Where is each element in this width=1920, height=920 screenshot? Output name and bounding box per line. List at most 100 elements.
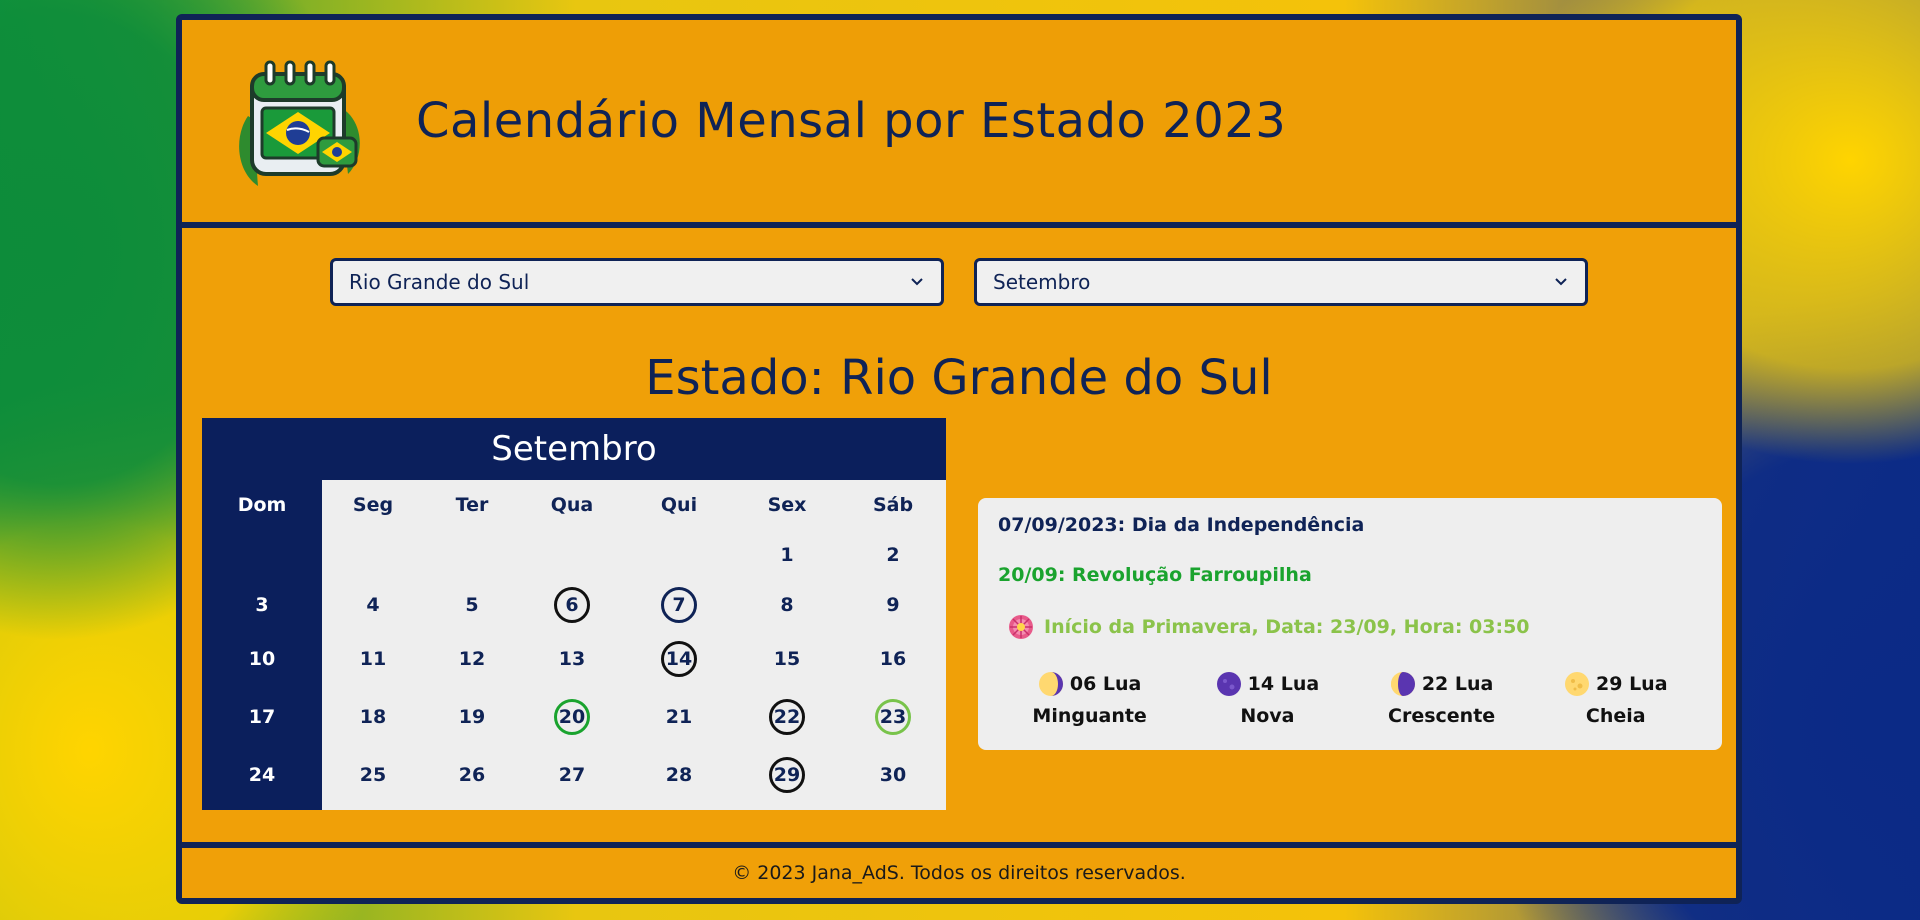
- weekday-header: Qua: [550, 494, 594, 516]
- season-event: Início da Primavera, Data: 23/09, Hora: …: [1008, 614, 1702, 640]
- calendar-day[interactable]: 2: [875, 537, 911, 573]
- calendar-day-cell: 4: [322, 580, 424, 630]
- calendar-day[interactable]: 13: [554, 641, 590, 677]
- calendar-day[interactable]: 16: [875, 641, 911, 677]
- copyright-text: © 2023 Jana_AdS. Todos os direitos reser…: [732, 862, 1186, 884]
- weekday-header: Dom: [237, 494, 287, 516]
- calendar-day-cell: 15: [734, 630, 840, 688]
- calendar-day-cell: 10: [202, 630, 322, 688]
- month-select[interactable]: Setembro: [974, 258, 1588, 306]
- calendar-day[interactable]: 17: [244, 699, 280, 735]
- moon-day-label: 14 Lua: [1247, 673, 1320, 695]
- calendar-day-season[interactable]: 23: [875, 699, 911, 735]
- calendar-day[interactable]: 8: [769, 587, 805, 623]
- calendar-day-cell: 12: [424, 630, 520, 688]
- moon-day-label: 06 Lua: [1069, 673, 1142, 695]
- calendar-day-cell: 17: [202, 688, 322, 746]
- calendar-day-empty: [202, 530, 322, 580]
- calendar-day[interactable]: 19: [454, 699, 490, 735]
- weekday-header: Sex: [767, 494, 807, 516]
- calendar-day-cell: 23: [840, 688, 946, 746]
- calendar-day-moon-phase[interactable]: 14: [661, 641, 697, 677]
- calendar-day-moon-phase[interactable]: 29: [769, 757, 805, 793]
- calendar-day[interactable]: 27: [554, 757, 590, 793]
- calendar-day[interactable]: 26: [454, 757, 490, 793]
- holiday-event: 07/09/2023: Dia da Independência: [998, 514, 1365, 536]
- calendar-day-cell: 11: [322, 630, 424, 688]
- new-moon-icon: [1216, 672, 1241, 696]
- weekday-header: Qui: [660, 494, 698, 516]
- calendar-day[interactable]: 12: [454, 641, 490, 677]
- calendar-day-cell: 16: [840, 630, 946, 688]
- calendar-day-cell: 30: [840, 746, 946, 804]
- calendar-day[interactable]: 24: [244, 757, 280, 793]
- calendar-day-empty: [624, 530, 734, 580]
- calendar-day-regional-holiday[interactable]: 20: [554, 699, 590, 735]
- calendar-day-moon-phase[interactable]: 22: [769, 699, 805, 735]
- calendar-day[interactable]: 10: [244, 641, 280, 677]
- calendar-day[interactable]: 28: [661, 757, 697, 793]
- moon-phase-label: Nova: [1240, 705, 1295, 727]
- chevron-down-icon: [1555, 278, 1567, 286]
- events-panel: 07/09/2023: Dia da Independência 20/09: …: [978, 498, 1722, 750]
- waxing-moon-icon: [1390, 672, 1415, 696]
- calendar-day-empty: [424, 530, 520, 580]
- month-calendar: Setembro Dom Seg Ter Qua Qui Sex Sáb 1 2…: [202, 418, 946, 810]
- calendar-day[interactable]: 5: [454, 587, 490, 623]
- calendar-day-cell: 29: [734, 746, 840, 804]
- calendar-day-cell: 13: [520, 630, 624, 688]
- calendar-day-cell: 5: [424, 580, 520, 630]
- calendar-day[interactable]: 1: [769, 537, 805, 573]
- full-moon-icon: [1565, 672, 1590, 696]
- calendar-day-cell: 21: [624, 688, 734, 746]
- calendar-day[interactable]: 25: [355, 757, 391, 793]
- calendar-day-cell: 3: [202, 580, 322, 630]
- calendar-day-moon-phase[interactable]: 6: [554, 587, 590, 623]
- calendar-day-cell: 7: [624, 580, 734, 630]
- flower-icon: [1009, 615, 1033, 639]
- state-select[interactable]: Rio Grande do Sul: [330, 258, 944, 306]
- calendar-day-cell: 8: [734, 580, 840, 630]
- calendar-day[interactable]: 18: [355, 699, 391, 735]
- calendar-day-cell: 1: [734, 530, 840, 580]
- regional-event: 20/09: Revolução Farroupilha: [998, 564, 1312, 586]
- page-frame: Calendário Mensal por Estado 2023 Rio Gr…: [176, 14, 1742, 904]
- calendar-day[interactable]: 4: [355, 587, 391, 623]
- calendar-day-cell: 14: [624, 630, 734, 688]
- calendar-day-cell: 6: [520, 580, 624, 630]
- month-select-value: Setembro: [993, 270, 1091, 294]
- season-event-text: Início da Primavera, Data: 23/09, Hora: …: [1044, 616, 1530, 638]
- calendar-day[interactable]: 21: [661, 699, 697, 735]
- calendar-grid: Dom Seg Ter Qua Qui Sex Sáb 1 2 3 4 5 6 …: [202, 480, 946, 804]
- state-select-value: Rio Grande do Sul: [349, 270, 530, 294]
- moon-phase-label: Crescente: [1388, 705, 1496, 727]
- calendar-day[interactable]: 15: [769, 641, 805, 677]
- calendar-day[interactable]: 9: [875, 587, 911, 623]
- calendar-day-cell: 28: [624, 746, 734, 804]
- moon-phase-item: 22 Lua Crescente: [1388, 668, 1495, 732]
- calendar-day-cell: 19: [424, 688, 520, 746]
- calendar-day-cell: 26: [424, 746, 520, 804]
- moon-phase-item: 29 Lua Cheia: [1564, 668, 1668, 732]
- calendar-day[interactable]: 3: [244, 587, 280, 623]
- calendar-day-cell: 27: [520, 746, 624, 804]
- moon-phase-label: Cheia: [1585, 705, 1646, 727]
- calendar-day[interactable]: 30: [875, 757, 911, 793]
- calendar-month-title: Setembro: [202, 418, 946, 480]
- calendar-day-cell: 9: [840, 580, 946, 630]
- weekday-header: Sáb: [872, 494, 914, 516]
- moon-phase-item: 06 Lua Minguante: [1032, 668, 1147, 732]
- calendar-day[interactable]: 11: [355, 641, 391, 677]
- brazil-calendar-icon: [239, 60, 360, 186]
- calendar-day-empty: [520, 530, 624, 580]
- moon-phase-label: Minguante: [1032, 705, 1147, 727]
- calendar-day-cell: 24: [202, 746, 322, 804]
- chevron-down-icon: [911, 278, 923, 286]
- calendar-day-holiday[interactable]: 7: [661, 587, 697, 623]
- moon-phases: 06 Lua Minguante 14 Lua Nova 22 Lua Cres…: [998, 668, 1702, 732]
- filter-controls: Rio Grande do Sul Setembro: [182, 258, 1736, 306]
- moon-day-label: 29 Lua: [1596, 673, 1668, 695]
- calendar-day-empty: [322, 530, 424, 580]
- moon-phase-item: 14 Lua Nova: [1216, 668, 1320, 732]
- calendar-body: Dom Seg Ter Qua Qui Sex Sáb 1 2 3 4 5 6 …: [202, 480, 946, 810]
